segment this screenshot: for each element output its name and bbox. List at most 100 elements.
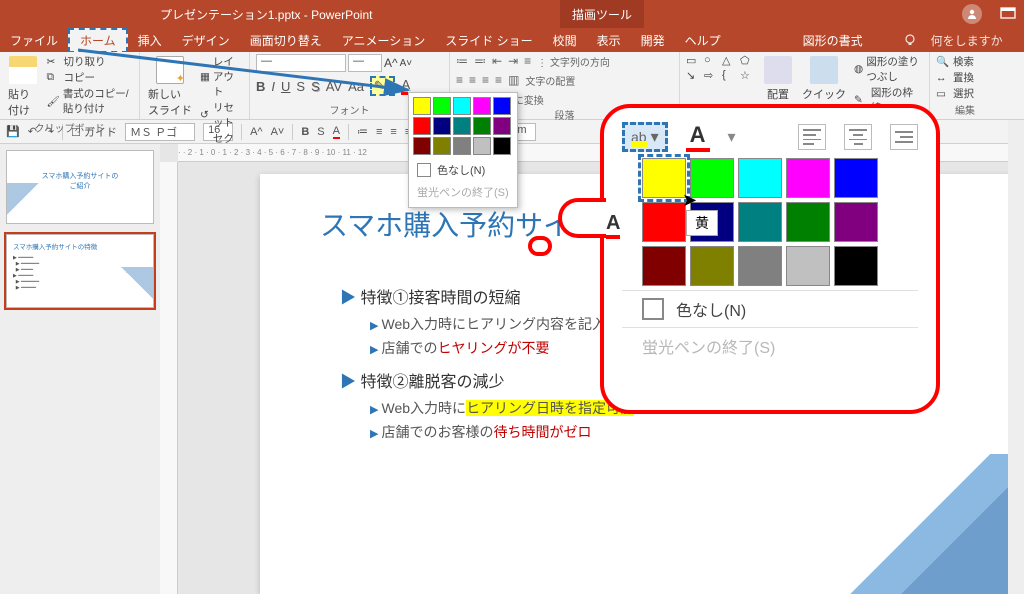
select-button[interactable]: ▭選択 bbox=[936, 86, 994, 101]
align-left-zoom[interactable] bbox=[798, 124, 826, 150]
change-case-button[interactable]: Aa bbox=[348, 79, 364, 94]
font-name-combo[interactable]: — bbox=[256, 54, 346, 72]
qat-bold[interactable]: B bbox=[301, 126, 309, 138]
no-color-option-zoom[interactable]: 色なし(N) bbox=[622, 290, 918, 327]
stop-highlight-option[interactable]: 蛍光ペンの終了(S) bbox=[413, 181, 513, 203]
numbering-button[interactable]: ≕ bbox=[474, 54, 486, 69]
paste-button[interactable]: 貼り付け bbox=[6, 54, 40, 120]
color-swatch[interactable] bbox=[786, 202, 830, 242]
tab-slideshow[interactable]: スライド ショー bbox=[435, 32, 542, 49]
bold-button[interactable]: B bbox=[256, 79, 265, 94]
qat-align[interactable]: ≡ bbox=[376, 126, 382, 138]
tab-format[interactable]: 図形の書式 bbox=[793, 32, 873, 49]
tab-developer[interactable]: 開発 bbox=[631, 32, 675, 49]
tab-insert[interactable]: 挿入 bbox=[128, 32, 172, 49]
tab-review[interactable]: 校閲 bbox=[543, 32, 587, 49]
color-swatch[interactable] bbox=[738, 246, 782, 286]
align-left-button[interactable]: ≡ bbox=[456, 73, 463, 88]
tell-me[interactable]: 何をしますか bbox=[893, 32, 1023, 49]
shapes-gallery[interactable]: ▭○△⬠ ↘⇨{☆ bbox=[686, 54, 756, 82]
char-spacing-button[interactable]: AV bbox=[326, 79, 342, 94]
stop-highlight-option-zoom[interactable]: 蛍光ペンの終了(S) bbox=[622, 327, 918, 364]
qat-shrink-font[interactable]: A˅ bbox=[271, 126, 285, 138]
color-swatch[interactable] bbox=[690, 246, 734, 286]
new-slide-button[interactable]: ✦ 新しい スライド bbox=[146, 54, 194, 120]
color-swatch[interactable] bbox=[642, 246, 686, 286]
color-swatch[interactable] bbox=[453, 137, 471, 155]
font-size-combo[interactable]: — bbox=[348, 54, 382, 72]
align-right-button[interactable]: ≡ bbox=[482, 73, 489, 88]
shape-fill-button[interactable]: ◍図形の塗りつぶし bbox=[854, 54, 923, 84]
indent-inc-button[interactable]: ⇥ bbox=[508, 54, 518, 69]
tab-animations[interactable]: アニメーション bbox=[332, 32, 436, 49]
tab-transitions[interactable]: 画面切り替え bbox=[240, 32, 332, 49]
reset-button[interactable]: ↺リセット bbox=[200, 100, 243, 130]
color-swatch[interactable] bbox=[433, 117, 451, 135]
cut-button[interactable]: ✂切り取り bbox=[46, 54, 133, 69]
line-spacing-button[interactable]: ≡ bbox=[524, 54, 531, 69]
highlight-button-zoom[interactable]: ab ▾ bbox=[622, 122, 668, 152]
color-swatch[interactable] bbox=[453, 117, 471, 135]
user-avatar-icon[interactable] bbox=[962, 4, 982, 24]
color-swatch[interactable] bbox=[738, 202, 782, 242]
justify-button[interactable]: ≡ bbox=[495, 73, 502, 88]
text-direction-button[interactable]: ⋮ 文字列の方向 bbox=[537, 54, 610, 69]
tab-design[interactable]: デザイン bbox=[172, 32, 240, 49]
color-swatch[interactable] bbox=[834, 246, 878, 286]
align-center-zoom[interactable] bbox=[844, 124, 872, 150]
qat-font-color[interactable]: A bbox=[333, 125, 340, 139]
color-swatch[interactable] bbox=[642, 202, 686, 242]
color-swatch[interactable] bbox=[690, 158, 734, 198]
slide-thumbnail-2[interactable]: 2 スマホ購入予約サイトの特徴 ▶ ━━━━━ ▶ ━━━━━━ ▶ ━━━━▶… bbox=[6, 234, 154, 308]
italic-button[interactable]: I bbox=[271, 79, 275, 94]
ribbon-display-icon[interactable] bbox=[1000, 7, 1016, 22]
color-swatch[interactable] bbox=[493, 137, 511, 155]
color-swatch[interactable] bbox=[834, 158, 878, 198]
color-swatch[interactable] bbox=[413, 117, 431, 135]
vertical-scrollbar[interactable] bbox=[1008, 120, 1024, 594]
underline-button[interactable]: U bbox=[281, 79, 290, 94]
align-right-zoom[interactable] bbox=[890, 124, 918, 150]
highlight-button[interactable]: ✎▾ bbox=[370, 76, 395, 96]
bullet-level2[interactable]: 店舗でのお客様の待ち時間がゼロ bbox=[370, 422, 960, 442]
indent-dec-button[interactable]: ⇤ bbox=[492, 54, 502, 69]
color-swatch[interactable] bbox=[453, 97, 471, 115]
grow-font-icon[interactable]: A^ bbox=[384, 56, 398, 70]
color-swatch[interactable] bbox=[473, 137, 491, 155]
color-swatch[interactable] bbox=[473, 117, 491, 135]
color-swatch[interactable] bbox=[413, 137, 431, 155]
color-swatch[interactable] bbox=[786, 158, 830, 198]
copy-button[interactable]: ⧉コピー bbox=[46, 70, 133, 85]
color-swatch[interactable] bbox=[493, 97, 511, 115]
tab-file[interactable]: ファイル bbox=[0, 32, 68, 49]
shrink-font-icon[interactable]: A˅ bbox=[400, 58, 413, 69]
qat-grow-font[interactable]: A^ bbox=[250, 126, 263, 138]
arrange-button[interactable]: 配置 bbox=[762, 54, 794, 104]
align-center-button[interactable]: ≡ bbox=[469, 73, 476, 88]
bullets-button[interactable]: ≔ bbox=[456, 54, 468, 69]
columns-button[interactable]: ▥ bbox=[508, 73, 519, 88]
strike-button[interactable]: S bbox=[296, 79, 305, 94]
tab-home[interactable]: ホーム bbox=[68, 28, 128, 53]
find-button[interactable]: 🔍検索 bbox=[936, 54, 994, 69]
color-swatch[interactable] bbox=[433, 97, 451, 115]
qat-align2[interactable]: ≡ bbox=[390, 126, 396, 138]
font-color-button-zoom[interactable]: A bbox=[686, 122, 710, 152]
replace-button[interactable]: ↔置換 bbox=[936, 70, 994, 85]
color-swatch[interactable] bbox=[413, 97, 431, 115]
slide-thumbnail-1[interactable]: 1 スマホ購入予約サイトの ご紹介 bbox=[6, 150, 154, 224]
no-color-option[interactable]: 色なし(N) bbox=[413, 159, 513, 181]
tab-view[interactable]: 表示 bbox=[587, 32, 631, 49]
format-painter-button[interactable]: 🖌書式のコピー/貼り付け bbox=[46, 86, 133, 116]
color-swatch-yellow[interactable] bbox=[642, 158, 686, 198]
color-swatch[interactable] bbox=[493, 117, 511, 135]
color-swatch[interactable] bbox=[738, 158, 782, 198]
qat-strike[interactable]: S bbox=[317, 126, 324, 138]
align-text-button[interactable]: 文字の配置 bbox=[525, 73, 575, 88]
color-swatch[interactable] bbox=[786, 246, 830, 286]
color-swatch[interactable] bbox=[433, 137, 451, 155]
tab-help[interactable]: ヘルプ bbox=[675, 32, 731, 49]
layout-button[interactable]: ▦レイアウト bbox=[200, 54, 243, 99]
shadow-button[interactable]: S bbox=[311, 79, 320, 94]
qat-bullets[interactable]: ≔ bbox=[357, 125, 368, 138]
